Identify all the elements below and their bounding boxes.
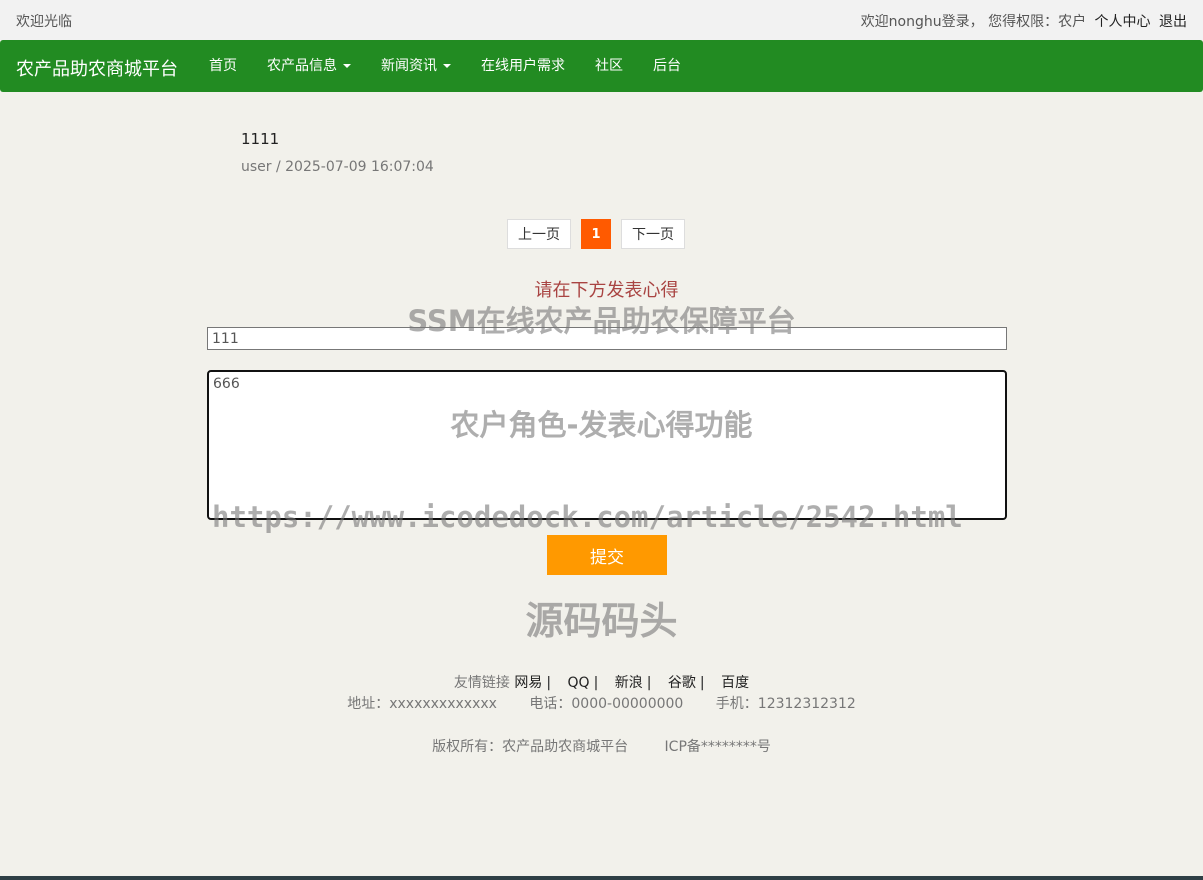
- welcome-text: 欢迎光临: [16, 14, 72, 30]
- nav-item-label: 农产品信息: [267, 58, 337, 74]
- link-sina[interactable]: 新浪: [615, 675, 643, 691]
- link-google[interactable]: 谷歌: [668, 675, 696, 691]
- current-page-button[interactable]: 1: [581, 219, 611, 249]
- site-brand[interactable]: 农产品助农商城平台: [16, 55, 178, 81]
- link-baidu[interactable]: 百度: [721, 675, 749, 691]
- next-page-button[interactable]: 下一页: [621, 219, 685, 249]
- nav-item-label: 在线用户需求: [481, 58, 565, 74]
- content-textarea[interactable]: 666: [207, 370, 1007, 520]
- nav-item-label: 新闻资讯: [381, 58, 437, 74]
- post-title: 1111: [241, 130, 280, 148]
- separator: |: [699, 675, 705, 691]
- nav-item-news[interactable]: 新闻资讯: [366, 40, 466, 92]
- copyright-text: 版权所有：农产品助农商城平台: [432, 739, 629, 755]
- caret-down-icon: [343, 64, 351, 68]
- link-qq[interactable]: QQ: [568, 675, 590, 691]
- title-input[interactable]: [207, 327, 1007, 350]
- mobile-text: 手机：12312312312: [715, 696, 856, 712]
- watermark-brand: 源码码头: [525, 599, 678, 643]
- user-status: 欢迎nonghu登录， 您得权限：农户 个人中心 退出: [861, 11, 1187, 31]
- submit-button[interactable]: 提交: [547, 535, 667, 575]
- logout-link[interactable]: 退出: [1159, 14, 1187, 30]
- separator: |: [546, 675, 552, 691]
- nav-menu: 首页 农产品信息 新闻资讯 在线用户需求 社区 后台: [194, 40, 696, 92]
- nav-item-user-demands[interactable]: 在线用户需求: [466, 40, 580, 92]
- separator: |: [646, 675, 652, 691]
- pagination: 上一页 1 下一页: [507, 219, 695, 249]
- nav-item-label: 首页: [209, 58, 237, 74]
- link-netease[interactable]: 网易: [514, 675, 542, 691]
- friend-links: 友情链接 网易 | QQ | 新浪 | 谷歌 | 百度: [0, 672, 1203, 692]
- prev-page-button[interactable]: 上一页: [507, 219, 571, 249]
- contact-info: 地址：xxxxxxxxxxxxx 电话：0000-00000000 手机：123…: [0, 693, 1203, 713]
- profile-link[interactable]: 个人中心: [1095, 14, 1151, 30]
- post-meta: user / 2025-07-09 16:07:04: [241, 159, 434, 175]
- caret-down-icon: [443, 64, 451, 68]
- copyright-info: 版权所有：农产品助农商城平台 ICP备********号: [0, 736, 1203, 756]
- links-label: 友情链接: [453, 675, 510, 691]
- top-bar: 欢迎光临 欢迎nonghu登录， 您得权限：农户 个人中心 退出: [0, 0, 1203, 40]
- separator: |: [593, 675, 599, 691]
- user-info-text: 欢迎nonghu登录， 您得权限：农户: [860, 14, 1087, 30]
- phone-text: 电话：0000-00000000: [529, 696, 684, 712]
- nav-item-community[interactable]: 社区: [580, 40, 638, 92]
- nav-item-products[interactable]: 农产品信息: [252, 40, 366, 92]
- nav-item-admin[interactable]: 后台: [638, 40, 696, 92]
- bottom-strip: [0, 876, 1203, 880]
- icp-text: ICP备********号: [664, 739, 771, 755]
- nav-item-home[interactable]: 首页: [194, 40, 252, 92]
- main-navbar: 农产品助农商城平台 首页 农产品信息 新闻资讯 在线用户需求 社区 后台: [0, 40, 1203, 92]
- nav-item-label: 社区: [595, 58, 623, 74]
- address-text: 地址：xxxxxxxxxxxxx: [347, 696, 497, 712]
- nav-item-label: 后台: [653, 58, 681, 74]
- post-prompt: 请在下方发表心得: [534, 280, 679, 301]
